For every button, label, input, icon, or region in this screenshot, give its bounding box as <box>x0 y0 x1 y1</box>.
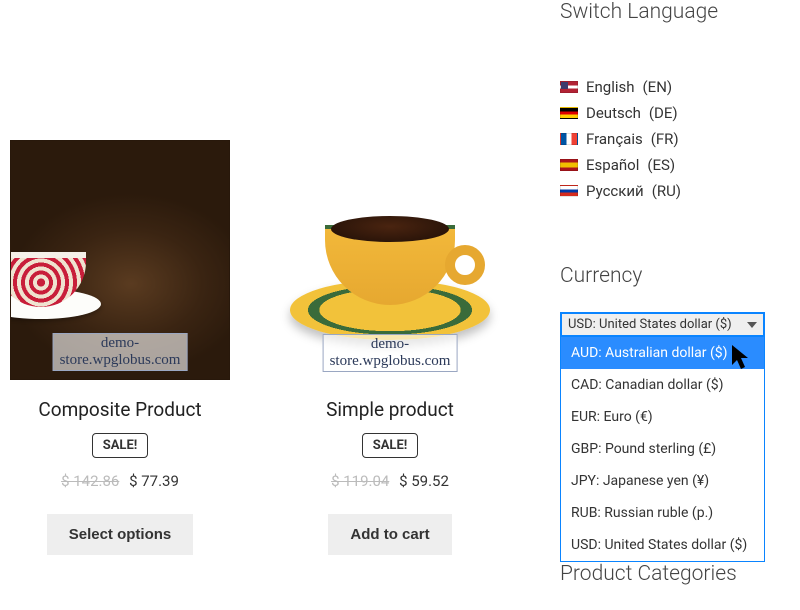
watermark: demo-store.wpglobus.com <box>53 333 188 371</box>
product-title[interactable]: Simple product <box>270 398 510 421</box>
flag-es-icon <box>560 159 578 171</box>
language-code: (DE) <box>649 104 678 122</box>
language-option-de[interactable]: Deutsch (DE) <box>560 100 780 126</box>
product-card: demo-store.wpglobus.com Composite Produc… <box>0 140 240 555</box>
new-price: $ 59.52 <box>399 472 449 490</box>
language-option-en[interactable]: English (EN) <box>560 74 780 100</box>
language-label: Русский <box>586 182 644 200</box>
language-code: (RU) <box>652 182 681 200</box>
flag-de-icon <box>560 107 578 119</box>
currency-dropdown: AUD: Australian dollar ($) CAD: Canadian… <box>560 337 765 562</box>
currency-option-jpy[interactable]: JPY: Japanese yen (¥) <box>561 465 764 497</box>
language-label: Deutsch <box>586 104 641 122</box>
language-label: Español <box>586 156 639 174</box>
product-grid: demo-store.wpglobus.com Composite Produc… <box>0 0 540 600</box>
currency-option-gbp[interactable]: GBP: Pound sterling (£) <box>561 433 764 465</box>
currency-option-cad[interactable]: CAD: Canadian dollar ($) <box>561 369 764 401</box>
flag-fr-icon <box>560 133 578 145</box>
currency-option-eur[interactable]: EUR: Euro (€) <box>561 401 764 433</box>
product-categories-heading: Product Categories <box>560 562 780 586</box>
product-image[interactable]: demo-store.wpglobus.com <box>280 140 500 380</box>
currency-option-aud[interactable]: AUD: Australian dollar ($) <box>561 337 764 369</box>
language-option-fr[interactable]: Français (FR) <box>560 126 780 152</box>
switch-language-heading: Switch Language <box>560 0 780 24</box>
sale-badge: SALE! <box>362 433 419 458</box>
language-label: English <box>586 78 635 96</box>
sale-badge: SALE! <box>92 433 149 458</box>
currency-option-usd[interactable]: USD: United States dollar ($) <box>561 529 764 561</box>
chevron-down-icon <box>747 322 757 328</box>
select-options-button[interactable]: Select options <box>47 514 194 555</box>
product-image[interactable]: demo-store.wpglobus.com <box>10 140 230 380</box>
language-code: (ES) <box>647 156 675 174</box>
new-price: $ 77.39 <box>129 472 179 490</box>
language-option-es[interactable]: Español (ES) <box>560 152 780 178</box>
old-price: $ 142.86 <box>61 472 119 490</box>
language-list: English (EN) Deutsch (DE) Français (FR) … <box>560 74 780 204</box>
product-title[interactable]: Composite Product <box>0 398 240 421</box>
currency-selected-value: USD: United States dollar ($) <box>568 317 732 332</box>
flag-ru-icon <box>560 185 578 197</box>
currency-option-rub[interactable]: RUB: Russian ruble (р.) <box>561 497 764 529</box>
currency-select[interactable]: USD: United States dollar ($) <box>560 312 765 337</box>
price: $ 142.86 $ 77.39 <box>0 472 240 490</box>
product-card: demo-store.wpglobus.com Simple product S… <box>270 140 510 555</box>
language-label: Français <box>586 130 643 148</box>
old-price: $ 119.04 <box>331 472 389 490</box>
language-code: (EN) <box>643 78 673 96</box>
sidebar: Switch Language English (EN) Deutsch (DE… <box>560 0 780 610</box>
watermark: demo-store.wpglobus.com <box>323 334 458 372</box>
language-option-ru[interactable]: Русский (RU) <box>560 178 780 204</box>
add-to-cart-button[interactable]: Add to cart <box>328 514 451 555</box>
language-code: (FR) <box>651 130 679 148</box>
price: $ 119.04 $ 59.52 <box>270 472 510 490</box>
flag-us-icon <box>560 81 578 93</box>
currency-heading: Currency <box>560 264 780 288</box>
